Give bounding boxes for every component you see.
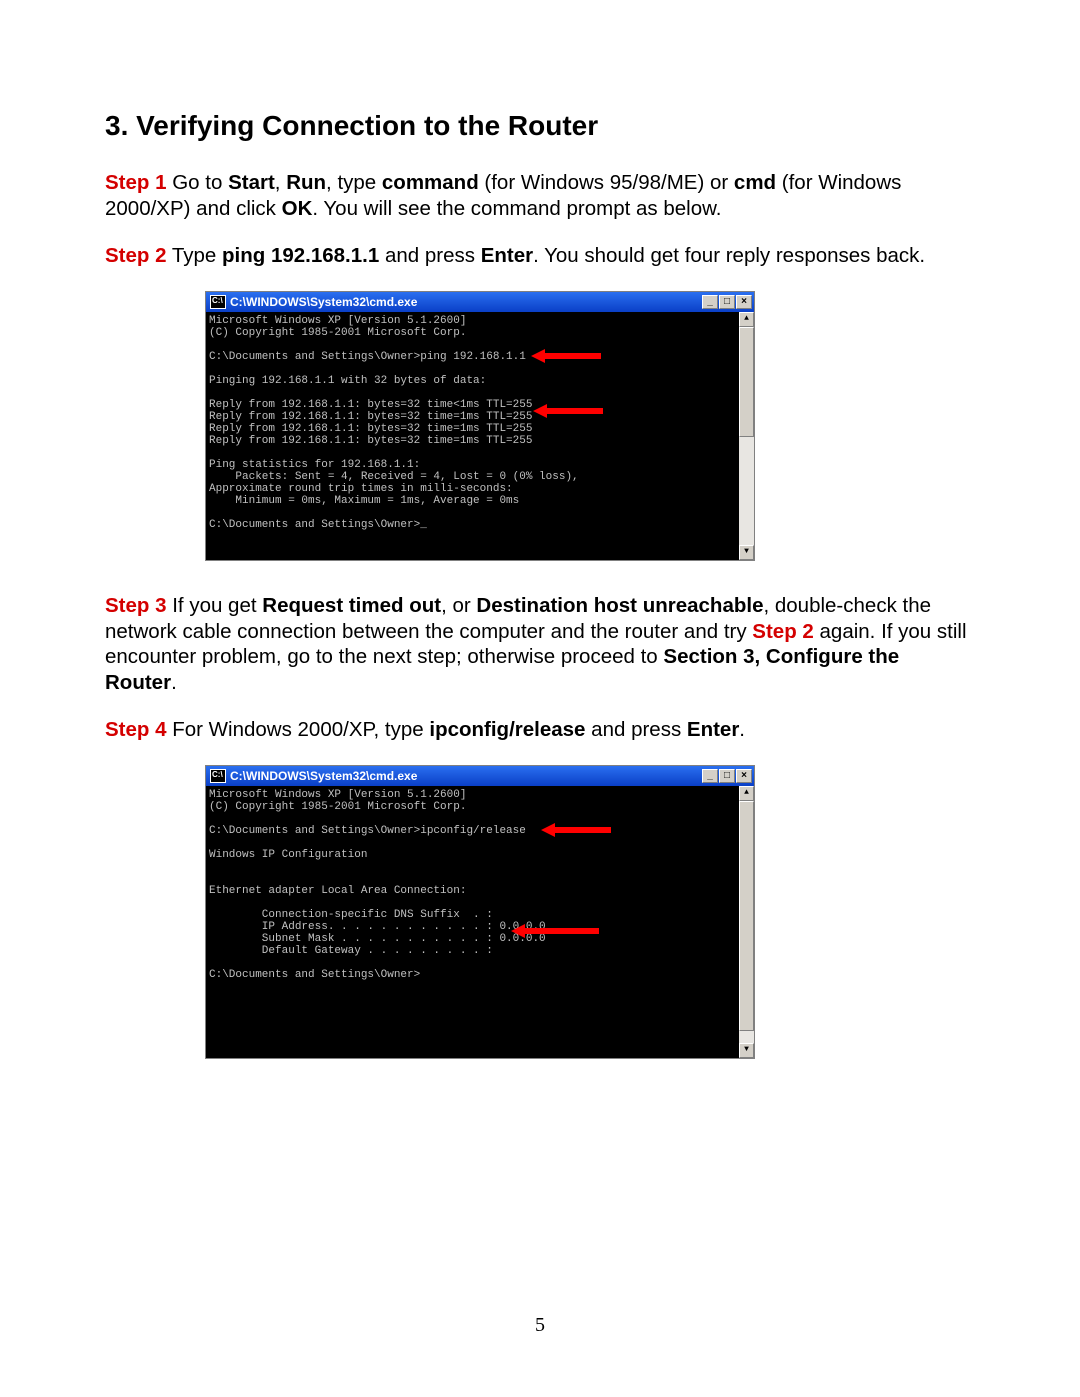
minimize-button[interactable]: _	[702, 769, 718, 783]
cmd1-title: C:\WINDOWS\System32\cmd.exe	[230, 295, 417, 309]
step-3-text: Step 3 If you get Request timed out, or …	[105, 593, 975, 696]
step-4-text: Step 4 For Windows 2000/XP, type ipconfi…	[105, 717, 975, 743]
cmd2-title: C:\WINDOWS\System32\cmd.exe	[230, 769, 417, 783]
page-number: 5	[0, 1314, 1080, 1337]
cmd2-scrollbar[interactable]: ▲ ▼	[739, 786, 754, 1058]
scroll-track[interactable]	[739, 801, 754, 1043]
maximize-button[interactable]: □	[719, 769, 735, 783]
cmd1-scrollbar[interactable]: ▲ ▼	[739, 312, 754, 560]
step-2-text: Step 2 Type ping 192.168.1.1 and press E…	[105, 243, 975, 269]
scroll-thumb[interactable]	[739, 801, 754, 1031]
callout-arrow-icon	[533, 404, 603, 416]
close-button[interactable]: ×	[736, 295, 752, 309]
cmd-screenshot-2: C:\ C:\WINDOWS\System32\cmd.exe _ □ × Mi…	[205, 765, 755, 1059]
scroll-up-button[interactable]: ▲	[739, 312, 754, 327]
scroll-down-button[interactable]: ▼	[739, 545, 754, 560]
callout-arrow-icon	[511, 924, 599, 936]
cmd-screenshot-1: C:\ C:\WINDOWS\System32\cmd.exe _ □ × Mi…	[205, 291, 755, 561]
step-4-label: Step 4	[105, 718, 167, 741]
step-3-label: Step 3	[105, 594, 167, 617]
cmd2-output: Microsoft Windows XP [Version 5.1.2600](…	[206, 786, 739, 1058]
cmd2-titlebar: C:\ C:\WINDOWS\System32\cmd.exe _ □ ×	[206, 766, 754, 786]
cmd-icon: C:\	[210, 295, 226, 309]
scroll-track[interactable]	[739, 327, 754, 545]
step-1-text: Step 1 Go to Start, Run, type command (f…	[105, 170, 975, 221]
section-heading: 3. Verifying Connection to the Router	[105, 110, 975, 142]
step-2-label: Step 2	[105, 244, 167, 267]
step-1-label: Step 1	[105, 171, 167, 194]
scroll-down-button[interactable]: ▼	[739, 1043, 754, 1058]
cmd1-output: Microsoft Windows XP [Version 5.1.2600](…	[206, 312, 739, 560]
close-button[interactable]: ×	[736, 769, 752, 783]
maximize-button[interactable]: □	[719, 295, 735, 309]
scroll-thumb[interactable]	[739, 327, 754, 437]
cmd-icon: C:\	[210, 769, 226, 783]
callout-arrow-icon	[531, 349, 601, 361]
callout-arrow-icon	[541, 823, 611, 835]
cmd1-titlebar: C:\ C:\WINDOWS\System32\cmd.exe _ □ ×	[206, 292, 754, 312]
scroll-up-button[interactable]: ▲	[739, 786, 754, 801]
minimize-button[interactable]: _	[702, 295, 718, 309]
